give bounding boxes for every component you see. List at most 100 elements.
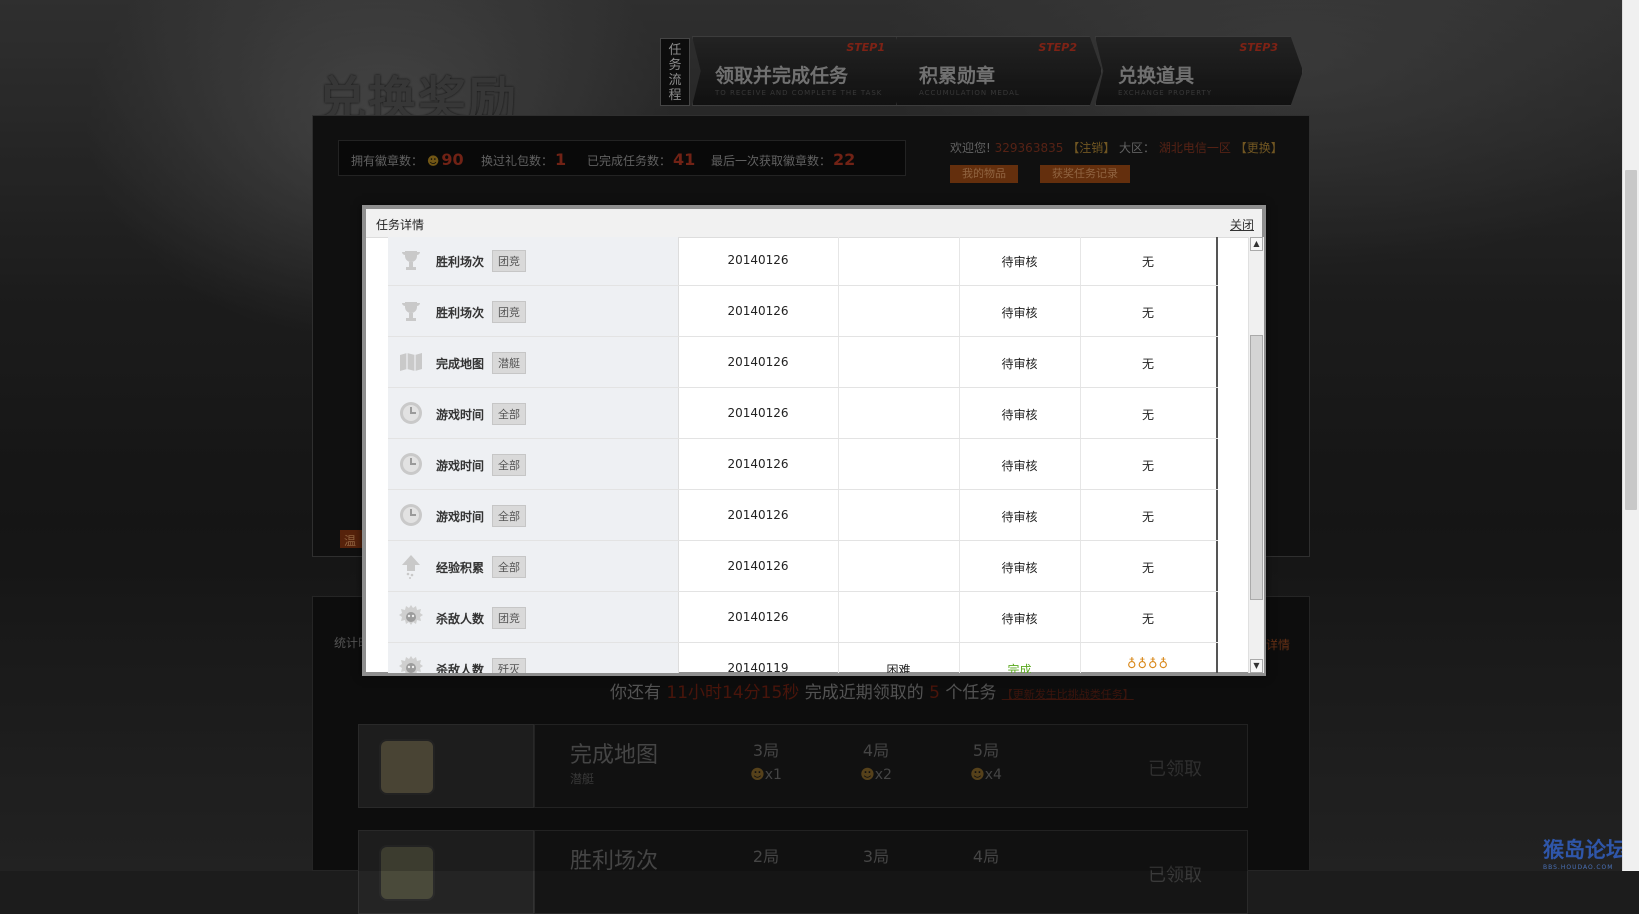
task-reward: 无 — [1141, 357, 1154, 371]
dialog-scrollbar-thumb[interactable] — [1250, 335, 1263, 600]
task-reward: 无 — [1141, 408, 1154, 422]
task-date: 20140119 — [727, 661, 789, 673]
task-mode-tag: 团竞 — [492, 301, 526, 323]
medal-icon: ♁ — [1137, 657, 1148, 672]
difficulty-cell — [838, 237, 960, 285]
task-mode-tag: 团竞 — [492, 250, 526, 272]
reward-cell: 无 — [1080, 286, 1218, 336]
task-type-name: 游戏时间 — [436, 408, 485, 422]
reward-cell: 无 — [1080, 237, 1218, 285]
task-status: 待审核 — [1001, 459, 1038, 473]
task-mode-tag: 潜艇 — [492, 352, 526, 374]
task-status: 待审核 — [1001, 306, 1038, 320]
status-cell: 待审核 — [959, 439, 1081, 489]
status-cell: 待审核 — [959, 541, 1081, 591]
task-type-cell: 杀敌人数 歼灭 — [388, 643, 679, 673]
date-cell: 20140126 — [678, 388, 839, 438]
task-date: 20140126 — [727, 610, 789, 624]
task-type-cell: 游戏时间 全部 — [388, 439, 679, 489]
reward-cell: 无 — [1080, 541, 1218, 591]
dialog-title: 任务详情 — [376, 218, 425, 232]
status-cell: 待审核 — [959, 286, 1081, 336]
task-detail-row: 游戏时间 全部 20140126 待审核 无 — [388, 490, 1218, 541]
scroll-down-arrow-icon[interactable]: ▼ — [1250, 659, 1263, 673]
date-cell: 20140126 — [678, 337, 839, 387]
medal-reward: ♁♁♁♁ — [1080, 657, 1216, 672]
difficulty-cell — [838, 388, 960, 438]
page-scrollbar-thumb[interactable] — [1625, 170, 1637, 510]
status-cell: 待审核 — [959, 337, 1081, 387]
reward-cell: ♁♁♁♁ — [1080, 643, 1218, 673]
difficulty-cell — [838, 337, 960, 387]
task-status: 完成 — [1007, 663, 1032, 673]
task-mode-tag: 全部 — [492, 505, 526, 527]
skull-icon — [399, 656, 423, 673]
dialog-scrollbar[interactable]: ▲ ▼ — [1248, 237, 1264, 673]
task-date: 20140126 — [727, 304, 789, 318]
task-date: 20140126 — [727, 457, 789, 471]
reward-cell: 无 — [1080, 490, 1218, 540]
task-type-cell: 经验积累 全部 — [388, 541, 679, 591]
clock-icon — [400, 504, 422, 526]
clock-icon — [400, 402, 422, 424]
task-type-cell: 胜利场次 团竞 — [388, 286, 679, 336]
reward-cell: 无 — [1080, 592, 1218, 642]
reward-cell: 无 — [1080, 388, 1218, 438]
date-cell: 20140119 — [678, 643, 839, 673]
skull-icon — [399, 605, 423, 625]
task-detail-row: 杀敌人数 歼灭 20140119 困难 完成 ♁♁♁♁ — [388, 643, 1218, 673]
map-icon — [400, 353, 422, 371]
task-reward: 无 — [1141, 255, 1154, 269]
task-type-name: 胜利场次 — [436, 306, 485, 320]
task-detail-row: 经验积累 全部 20140126 待审核 无 — [388, 541, 1218, 592]
task-difficulty: 困难 — [886, 663, 911, 673]
trophy-icon — [402, 251, 420, 270]
task-status: 待审核 — [1001, 357, 1038, 371]
task-reward: 无 — [1141, 306, 1154, 320]
status-cell: 待审核 — [959, 388, 1081, 438]
medal-icon: ♁ — [1158, 657, 1170, 672]
difficulty-cell: 困难 — [838, 643, 960, 673]
task-type-name: 经验积累 — [436, 561, 485, 575]
task-status: 待审核 — [1001, 561, 1038, 575]
status-cell: 待审核 — [959, 237, 1081, 285]
task-date: 20140126 — [727, 355, 789, 369]
arrow-up-icon — [402, 555, 420, 579]
task-type-name: 游戏时间 — [436, 510, 485, 524]
task-status: 待审核 — [1001, 612, 1038, 626]
task-mode-tag: 全部 — [492, 454, 526, 476]
task-type-name: 杀敌人数 — [436, 612, 485, 626]
close-button[interactable]: 关闭 — [1230, 216, 1254, 233]
clock-icon — [400, 453, 422, 475]
task-reward: 无 — [1141, 612, 1154, 626]
task-date: 20140126 — [727, 559, 789, 573]
reward-cell: 无 — [1080, 337, 1218, 387]
page-scrollbar[interactable] — [1622, 0, 1639, 871]
task-type-cell: 胜利场次 团竞 — [388, 237, 679, 285]
task-status: 待审核 — [1001, 255, 1038, 269]
task-reward: 无 — [1141, 459, 1154, 473]
date-cell: 20140126 — [678, 592, 839, 642]
status-cell: 待审核 — [959, 592, 1081, 642]
medal-icon: ♁ — [1148, 657, 1159, 672]
medal-icon: ♁ — [1126, 657, 1138, 672]
difficulty-cell — [838, 592, 960, 642]
difficulty-cell — [838, 490, 960, 540]
task-type-name: 游戏时间 — [436, 459, 485, 473]
date-cell: 20140126 — [678, 541, 839, 591]
task-type-name: 完成地图 — [436, 357, 485, 371]
dialog-header: 任务详情 关闭 — [366, 209, 1262, 238]
reward-cell: 无 — [1080, 439, 1218, 489]
scroll-up-arrow-icon[interactable]: ▲ — [1250, 237, 1263, 251]
task-detail-row: 游戏时间 全部 20140126 待审核 无 — [388, 439, 1218, 490]
date-cell: 20140126 — [678, 439, 839, 489]
difficulty-cell — [838, 439, 960, 489]
task-detail-row: 杀敌人数 团竞 20140126 待审核 无 — [388, 592, 1218, 643]
task-details-dialog: 任务详情 关闭 胜利场次 团竞 20140126 待审核 无 胜利场次 团竞 2… — [362, 205, 1266, 676]
task-details-list[interactable]: 胜利场次 团竞 20140126 待审核 无 胜利场次 团竞 20140126 … — [388, 237, 1218, 673]
task-mode-tag: 歼灭 — [492, 658, 526, 673]
task-type-cell: 游戏时间 全部 — [388, 388, 679, 438]
task-type-cell: 杀敌人数 团竞 — [388, 592, 679, 642]
task-mode-tag: 全部 — [492, 403, 526, 425]
difficulty-cell — [838, 541, 960, 591]
